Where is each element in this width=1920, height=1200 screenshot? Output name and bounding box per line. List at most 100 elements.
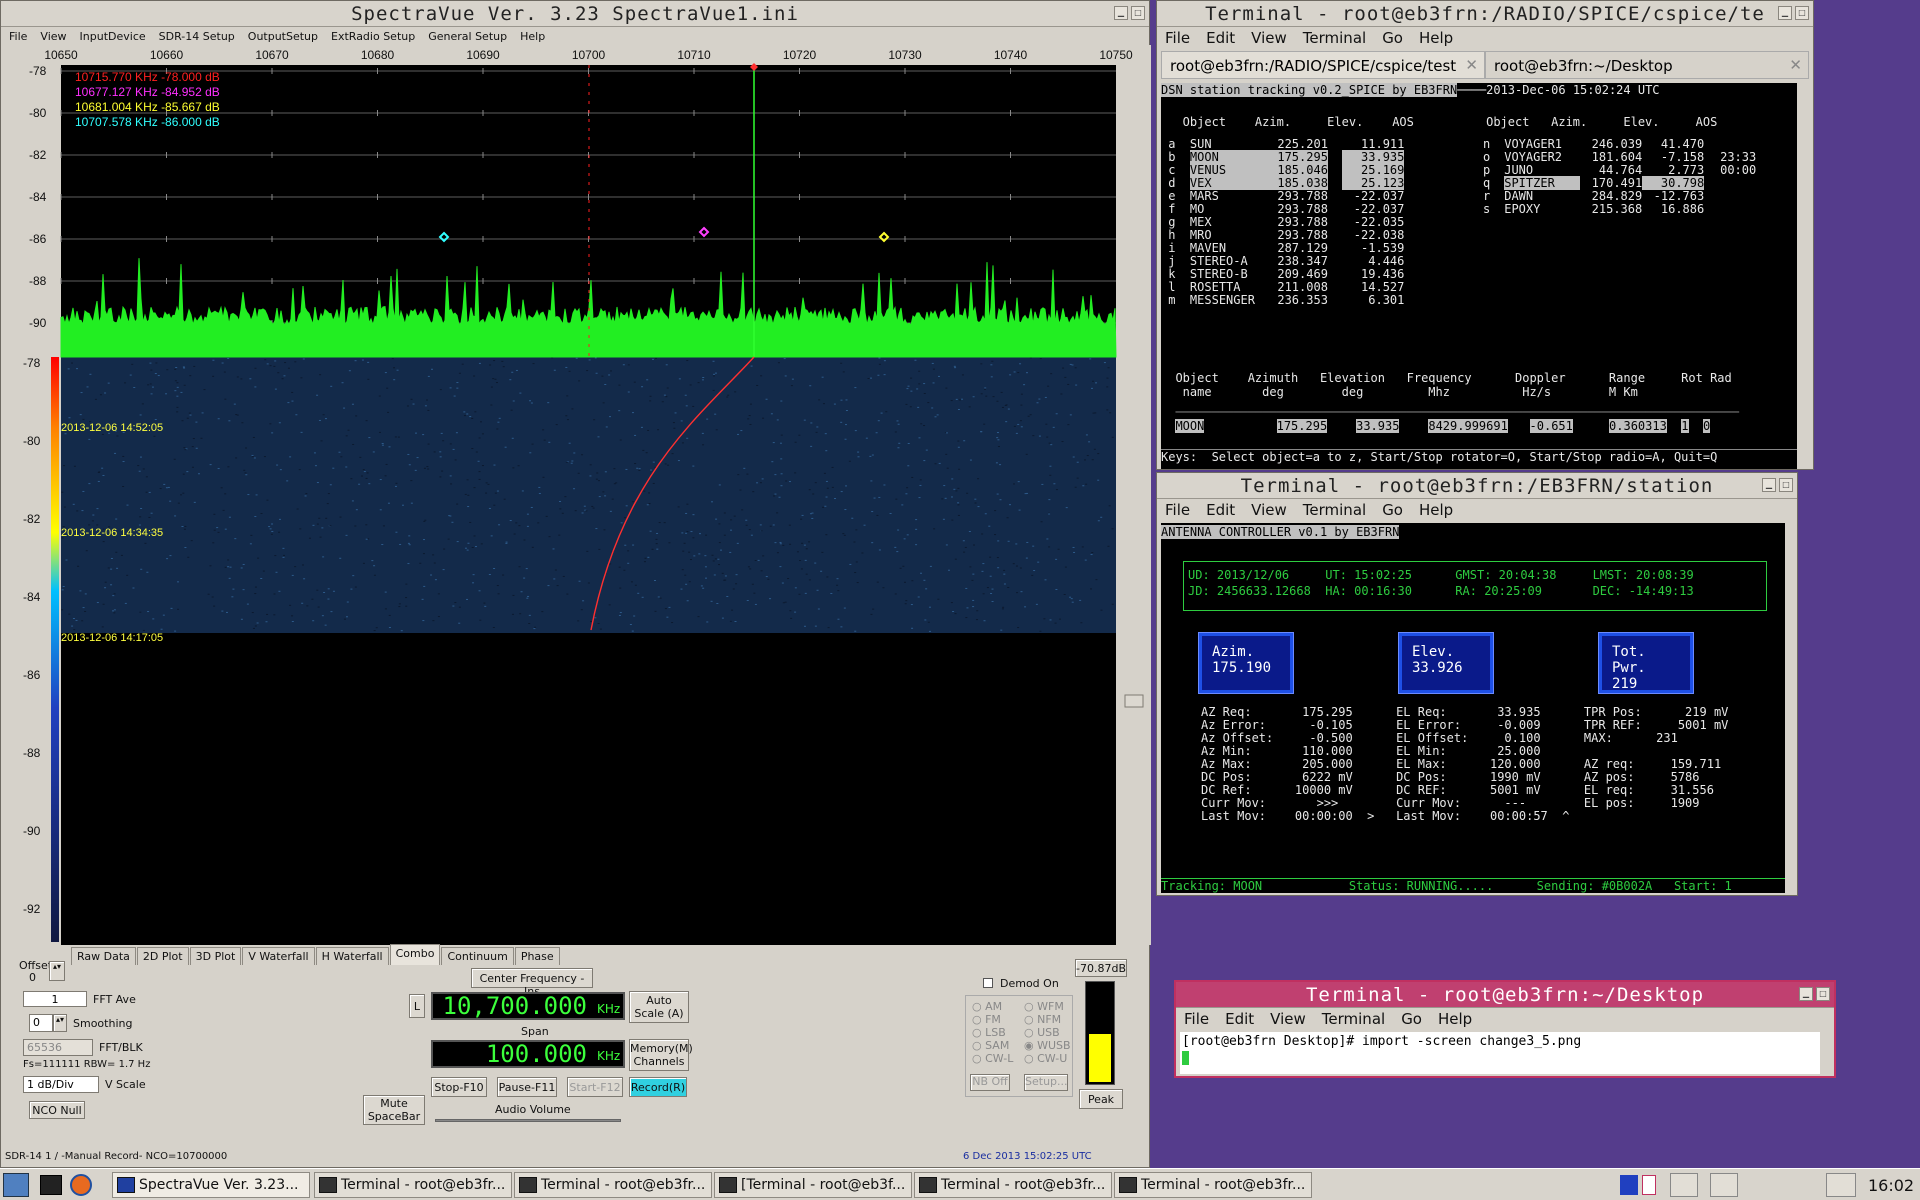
dsn-object-row[interactable]: n VOYAGER1 246.039 41.470 — [1483, 137, 1756, 151]
span-display[interactable]: 100.000 — [431, 1040, 625, 1068]
menu-terminal[interactable]: Terminal — [1303, 501, 1366, 519]
task-terminal-4[interactable]: Terminal - root@eb3fr... — [914, 1172, 1112, 1198]
dsn-object-row[interactable]: e MARS 293.788 -22.037 — [1161, 189, 1404, 203]
dsn-object-row[interactable]: a SUN 225.201 11.911 — [1161, 137, 1404, 151]
tab-v-waterfall[interactable]: V Waterfall — [242, 947, 315, 965]
mode-cwl[interactable]: ○ CW-L — [972, 1052, 1013, 1065]
menu-go[interactable]: Go — [1382, 29, 1403, 47]
close-icon[interactable]: ✕ — [1789, 56, 1802, 74]
maximize-icon[interactable]: □ — [1779, 478, 1793, 492]
mode-sam[interactable]: ○ SAM — [972, 1039, 1009, 1052]
tab-combo[interactable]: Combo — [389, 944, 441, 965]
menu-extradio-setup[interactable]: ExtRadio Setup — [331, 30, 415, 43]
task-terminal-3[interactable]: [Terminal - root@eb3f... — [714, 1172, 912, 1198]
terminal-dsn-screen[interactable]: DSN station tracking v0.2_SPICE by EB3FR… — [1161, 83, 1797, 469]
lock-button[interactable]: L — [409, 994, 425, 1018]
fft-blk-select[interactable]: 65536 — [23, 1039, 93, 1056]
mode-am[interactable]: ○ AM — [972, 1000, 1002, 1013]
close-icon[interactable]: ✕ — [1465, 56, 1478, 74]
task-spectravue[interactable]: SpectraVue Ver. 3.23... — [112, 1172, 310, 1198]
menu-view[interactable]: View — [40, 30, 66, 43]
dsn-object-row[interactable]: h MRO 293.788 -22.038 — [1161, 228, 1404, 242]
auto-scale-button[interactable]: Auto Scale (A) — [629, 991, 689, 1023]
menu-help[interactable]: Help — [520, 30, 545, 43]
mode-usb[interactable]: ○ USB — [1024, 1026, 1060, 1039]
tab-continuum[interactable]: Continuum — [441, 947, 514, 965]
dsn-object-row[interactable]: l ROSETTA 211.008 14.527 — [1161, 280, 1404, 294]
start-menu-icon[interactable] — [3, 1173, 29, 1197]
dsn-object-row[interactable]: q SPITZER 170.491 30.798 — [1483, 176, 1756, 190]
mode-wfm[interactable]: ○ WFM — [1024, 1000, 1064, 1013]
pause-button[interactable]: Pause-F11 — [497, 1077, 557, 1097]
spectrum-display[interactable]: 10650 10660 10670 10680 10690 10700 10710 10720… — [1, 45, 1151, 945]
maximize-icon[interactable]: □ — [1816, 987, 1830, 1001]
menu-edit[interactable]: Edit — [1206, 501, 1235, 519]
show-desktop-icon[interactable] — [1826, 1173, 1856, 1197]
center-frequency-display[interactable]: 10,700.000 — [431, 992, 625, 1020]
smoothing-input[interactable]: 0 — [29, 1014, 53, 1032]
memory-channels-button[interactable]: Memory(M) Channels — [629, 1039, 693, 1071]
minimize-icon[interactable]: ▁ — [1114, 6, 1128, 20]
dsn-object-row[interactable]: g MEX 293.788 -22.035 — [1161, 215, 1404, 229]
terminal-antenna-titlebar[interactable]: Terminal - root@eb3frn:/EB3FRN/station ▁… — [1157, 473, 1797, 499]
tray-display-icon[interactable] — [1670, 1173, 1698, 1197]
dsn-object-row[interactable]: o VOYAGER2 181.604 -7.158 23:33 — [1483, 150, 1756, 164]
tab-raw-data[interactable]: Raw Data — [71, 947, 136, 965]
dsn-object-row[interactable]: b MOON 175.295 33.935 — [1161, 150, 1405, 164]
demod-on-checkbox[interactable] — [983, 978, 993, 988]
maximize-icon[interactable]: □ — [1131, 6, 1145, 20]
mode-wusb[interactable]: ◉ WUSB — [1024, 1039, 1071, 1052]
tab-cspice-test[interactable]: root@eb3frn:/RADIO/SPICE/cspice/test ✕ — [1161, 51, 1485, 79]
task-terminal-2[interactable]: Terminal - root@eb3fr... — [514, 1172, 712, 1198]
tray-spectravue-icon[interactable] — [1620, 1175, 1638, 1195]
terminal-antenna-screen[interactable]: ANTENNA CONTROLLER v0.1 by EB3FRN UD: 20… — [1161, 523, 1785, 893]
terminal-desktop-screen[interactable]: [root@eb3frn Desktop]# import -screen ch… — [1180, 1032, 1820, 1074]
dsn-object-row[interactable]: k STEREO-B 209.469 19.436 — [1161, 267, 1404, 281]
tray-window-icon[interactable] — [1710, 1173, 1738, 1197]
menu-file[interactable]: File — [1165, 501, 1190, 519]
minimize-icon[interactable]: ▁ — [1762, 478, 1776, 492]
tab-desktop[interactable]: root@eb3frn:~/Desktop ✕ — [1485, 51, 1809, 79]
menu-sdr14-setup[interactable]: SDR-14 Setup — [159, 30, 235, 43]
dsn-object-row[interactable]: r DAWN 284.829 -12.763 — [1483, 189, 1756, 203]
menu-edit[interactable]: Edit — [1206, 29, 1235, 47]
fft-ave-input[interactable]: 1 — [23, 991, 87, 1007]
menu-terminal[interactable]: Terminal — [1303, 29, 1366, 47]
mode-nfm[interactable]: ○ NFM — [1024, 1013, 1061, 1026]
mode-cwu[interactable]: ○ CW-U — [1024, 1052, 1067, 1065]
setup-button[interactable]: Setup... — [1024, 1074, 1068, 1091]
menu-file[interactable]: File — [1184, 1010, 1209, 1028]
offset-spinner[interactable]: ▴▾ — [49, 961, 65, 981]
menu-terminal[interactable]: Terminal — [1322, 1010, 1385, 1028]
vscale-select[interactable]: 1 dB/Div — [23, 1076, 99, 1093]
menu-inputdevice[interactable]: InputDevice — [80, 30, 146, 43]
menu-edit[interactable]: Edit — [1225, 1010, 1254, 1028]
maximize-icon[interactable]: □ — [1795, 6, 1809, 20]
menu-help[interactable]: Help — [1438, 1010, 1472, 1028]
terminal-desktop-titlebar[interactable]: Terminal - root@eb3frn:~/Desktop ▁ □ — [1176, 982, 1834, 1008]
task-terminal-1[interactable]: Terminal - root@eb3fr... — [314, 1172, 512, 1198]
tab-h-waterfall[interactable]: H Waterfall — [315, 947, 389, 965]
level-slider[interactable] — [1124, 694, 1144, 708]
dsn-object-row[interactable]: j STEREO-A 238.347 4.446 — [1161, 254, 1404, 268]
mute-button[interactable]: Mute SpaceBar — [363, 1095, 425, 1125]
center-frequency-button[interactable]: Center Frequency - Ins — [471, 968, 593, 998]
smoothing-spinner[interactable]: ▴▾ — [53, 1014, 67, 1032]
start-button[interactable]: Start-F12 — [567, 1077, 623, 1097]
dsn-object-row[interactable]: c VENUS 185.046 25.169 — [1161, 163, 1405, 177]
tray-clipboard-icon[interactable] — [1642, 1175, 1656, 1195]
menu-file[interactable]: File — [9, 30, 27, 43]
tab-3d-plot[interactable]: 3D Plot — [189, 947, 242, 965]
nco-null-button[interactable]: NCO Null — [29, 1101, 85, 1119]
dsn-object-row[interactable]: d VEX 185.038 25.123 — [1161, 176, 1405, 190]
mode-fm[interactable]: ○ FM — [972, 1013, 1001, 1026]
dsn-object-row[interactable]: i MAVEN 287.129 -1.539 — [1161, 241, 1404, 255]
dsn-object-row[interactable]: s EPOXY 215.368 16.886 — [1483, 202, 1756, 216]
menu-outputsetup[interactable]: OutputSetup — [248, 30, 318, 43]
menu-go[interactable]: Go — [1401, 1010, 1422, 1028]
task-terminal-5[interactable]: Terminal - root@eb3fr... — [1114, 1172, 1312, 1198]
minimize-icon[interactable]: ▁ — [1778, 6, 1792, 20]
dsn-object-row[interactable]: f MO 293.788 -22.037 — [1161, 202, 1404, 216]
menu-help[interactable]: Help — [1419, 501, 1453, 519]
minimize-icon[interactable]: ▁ — [1799, 987, 1813, 1001]
